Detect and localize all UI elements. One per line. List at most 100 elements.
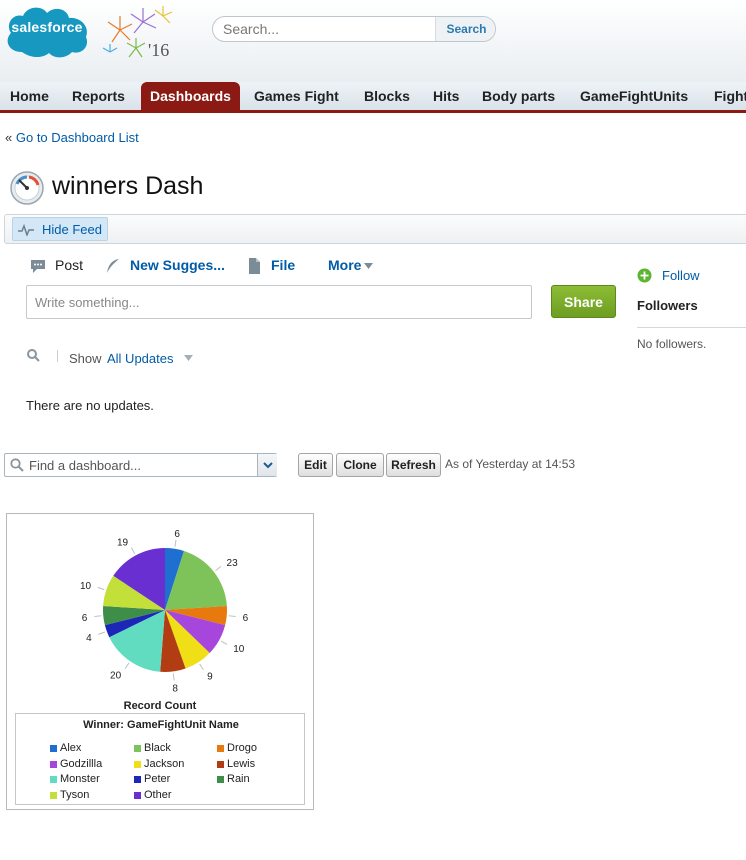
- plus-circle-icon[interactable]: [637, 268, 652, 283]
- pie-data-label: 4: [86, 633, 92, 644]
- no-followers-text: No followers.: [637, 337, 707, 351]
- tab-fight[interactable]: Fight: [706, 82, 746, 110]
- legend-swatch: [50, 760, 57, 768]
- dashboard-gauge-icon: [10, 171, 44, 205]
- tab-reports[interactable]: Reports: [64, 82, 133, 110]
- legend-swatch: [217, 745, 224, 752]
- chevron-down-icon: [263, 462, 273, 469]
- pie-data-label: 10: [80, 581, 92, 592]
- last-refreshed-text: As of Yesterday at 14:53: [445, 457, 576, 471]
- clone-button[interactable]: Clone: [336, 453, 384, 477]
- legend-swatch: [50, 791, 57, 799]
- legend-label: Peter: [144, 773, 171, 785]
- pie-leader-line: [228, 615, 236, 617]
- feather-icon: [107, 259, 119, 273]
- publisher-tab-new-suggestion-label: New Sugges...: [130, 257, 225, 273]
- legend-label: Alex: [60, 742, 82, 754]
- chart-title: Record Count: [124, 700, 197, 712]
- publisher-tab-new-suggestion[interactable]: New Sugges...: [104, 257, 226, 275]
- legend-swatch: [134, 760, 141, 768]
- search-button[interactable]: Search: [435, 17, 495, 41]
- pie-leader-line: [174, 539, 177, 547]
- hide-feed-button[interactable]: Hide Feed: [12, 217, 108, 241]
- salesforce-logo[interactable]: salesforce: [2, 2, 92, 60]
- pie-leader-line: [172, 673, 175, 681]
- publisher-tab-post-label: Post: [55, 257, 84, 273]
- legend-swatch: [217, 776, 224, 783]
- tab-hits[interactable]: Hits: [425, 82, 467, 110]
- tab-home[interactable]: Home: [2, 82, 57, 110]
- pie-leader-line: [97, 586, 105, 591]
- legend-swatch: [134, 791, 141, 799]
- pie-data-label: 20: [110, 671, 122, 682]
- publisher-tab-post[interactable]: Post: [29, 257, 89, 275]
- pie-data-label: 9: [207, 672, 213, 683]
- year-badge: '16: [148, 40, 170, 60]
- publisher-tab-file[interactable]: File: [245, 257, 301, 275]
- tab-games-fight[interactable]: Games Fight: [246, 82, 347, 110]
- find-dashboard-input[interactable]: [27, 455, 255, 475]
- legend-swatch: [217, 760, 224, 768]
- tab-blocks[interactable]: Blocks: [356, 82, 418, 110]
- breadcrumb: « Go to Dashboard List: [5, 130, 139, 145]
- no-updates-text: There are no updates.: [26, 398, 154, 413]
- pie-data-label: 6: [82, 613, 88, 624]
- tab-dashboards[interactable]: Dashboards: [141, 82, 240, 110]
- legend-label: Black: [144, 742, 171, 754]
- pie-leader-line: [130, 547, 136, 554]
- show-label: Show: [69, 351, 102, 366]
- pie-leader-line: [215, 565, 222, 572]
- legend-swatch: [50, 745, 57, 752]
- pie-chart: 6 23 6 10 9 8 20 4 6 10 19 Record Count: [80, 529, 249, 712]
- legend-label: Tyson: [60, 788, 90, 801]
- pie-leader-line: [98, 631, 106, 635]
- chevron-down-icon[interactable]: [184, 355, 193, 361]
- hide-feed-label: Hide Feed: [42, 222, 102, 237]
- follow-link[interactable]: Follow: [662, 268, 700, 283]
- pie-data-label: 23: [227, 558, 239, 569]
- pie-data-label: 19: [117, 537, 129, 548]
- feed-toolbar: Hide Feed: [4, 214, 746, 244]
- edit-button[interactable]: Edit: [298, 453, 333, 477]
- pie-data-label: 10: [233, 644, 245, 655]
- refresh-button[interactable]: Refresh: [386, 453, 441, 477]
- legend-label: Monster: [60, 773, 100, 785]
- find-dashboard-dropdown-button[interactable]: [257, 454, 277, 476]
- publisher-tab-file-label: File: [271, 257, 296, 273]
- publisher-tab-more[interactable]: More: [328, 257, 378, 275]
- legend-swatch: [50, 776, 57, 783]
- global-search: Search: [212, 16, 496, 42]
- find-dashboard-combobox: [4, 453, 277, 477]
- dashboard-component[interactable]: 6 23 6 10 9 8 20 4 6 10 19 Record Count Winner: Ga…: [6, 513, 314, 810]
- caret-down-icon: [364, 263, 373, 269]
- feed-filter-dropdown[interactable]: All Updates: [107, 351, 173, 366]
- legend-label: Drogo: [227, 742, 257, 754]
- write-something-input[interactable]: [26, 285, 532, 319]
- legend-label: Godzillla: [60, 757, 103, 770]
- followers-divider: [637, 327, 746, 328]
- logo-text: salesforce: [11, 19, 83, 35]
- page-title: winners Dash: [52, 172, 204, 200]
- followers-heading: Followers: [637, 298, 698, 313]
- legend-title: Winner: GameFightUnit Name: [83, 719, 239, 731]
- search-icon: [10, 458, 24, 472]
- pie-leader-line: [220, 640, 228, 645]
- search-input[interactable]: [213, 17, 435, 41]
- search-icon[interactable]: [27, 349, 40, 362]
- tab-gamefightunits[interactable]: GameFightUnits: [572, 82, 696, 110]
- share-button[interactable]: Share: [551, 285, 616, 318]
- pie-leader-line: [199, 663, 204, 670]
- legend-label: Rain: [227, 773, 250, 785]
- filter-divider: [57, 350, 58, 362]
- legend-swatch: [134, 776, 141, 783]
- dashboard-list-link[interactable]: Go to Dashboard List: [16, 130, 139, 145]
- pie-data-label: 6: [243, 613, 249, 624]
- publisher-tab-more-label: More: [328, 257, 362, 273]
- pulse-icon: [18, 224, 34, 236]
- tab-body-parts[interactable]: Body parts: [474, 82, 563, 110]
- pie-data-label: 8: [172, 683, 178, 694]
- legend-label: Jackson: [144, 757, 185, 770]
- legend-swatch: [134, 745, 141, 752]
- pie-leader-line: [124, 662, 130, 669]
- tab-bar: Home Reports Dashboards Games Fight Bloc…: [0, 82, 746, 113]
